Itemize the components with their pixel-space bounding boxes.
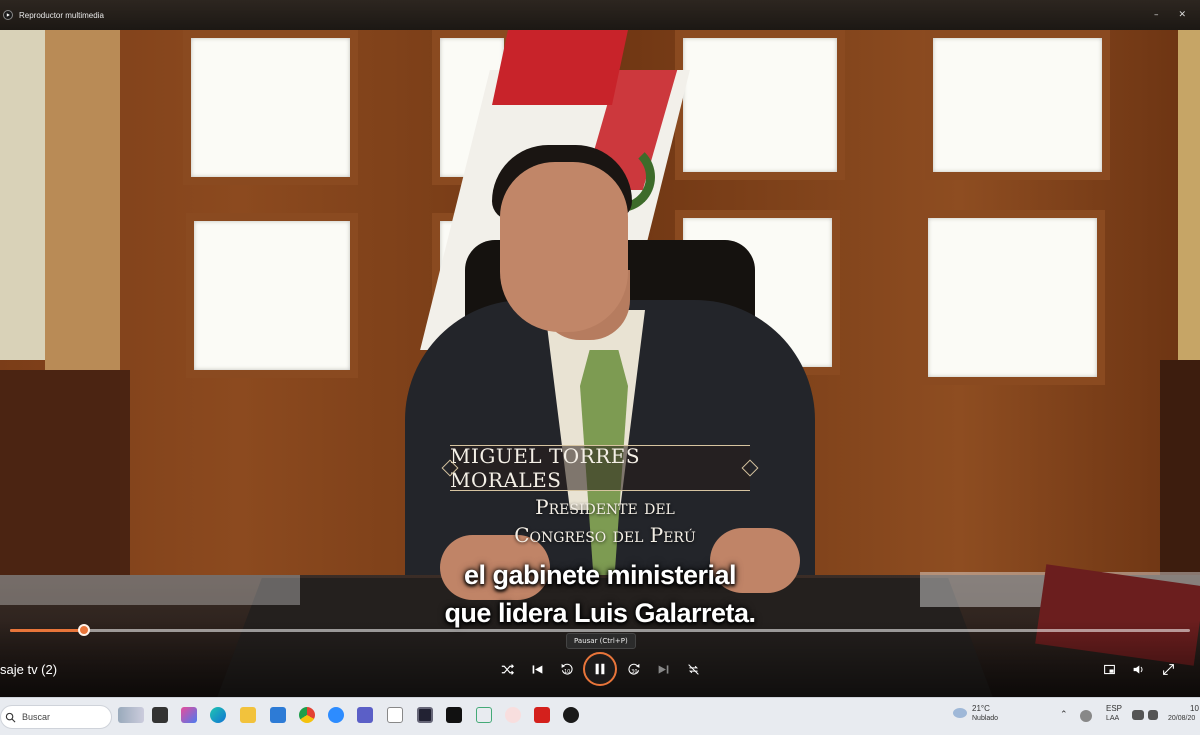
skip-forward-button[interactable]: 30 [624, 659, 644, 679]
taskbar: Buscar 21°C Nublado ⌃ ESP LAA 10 20/08/2… [0, 697, 1200, 735]
pause-icon [595, 663, 605, 675]
person-head [500, 162, 628, 332]
show-hidden-icons-chevron-icon[interactable]: ⌃ [1060, 709, 1068, 720]
window-pane [675, 30, 845, 180]
teams-icon[interactable] [357, 707, 373, 723]
seek-bar-progress [10, 629, 85, 632]
wall-left [0, 30, 45, 360]
lower-third-role-line2: Congreso del Perú [514, 523, 696, 547]
pause-button[interactable] [583, 652, 617, 686]
skip-back-10-icon: 10 [561, 663, 573, 674]
close-button[interactable]: ✕ [1178, 10, 1186, 20]
previous-icon [532, 664, 542, 674]
shuffle-icon [501, 663, 514, 675]
video-frame[interactable]: MIGUEL TORRES MORALES Presidente del Con… [0, 30, 1200, 697]
clock-time[interactable]: 10 [1190, 704, 1199, 713]
search-icon [5, 712, 16, 722]
speaker-icon[interactable] [1148, 710, 1158, 720]
cloud-icon [953, 708, 967, 718]
task-view-icon[interactable] [152, 707, 168, 723]
acrobat-icon[interactable] [534, 707, 550, 723]
media-player-app-icon [3, 10, 13, 20]
weather-temperature[interactable]: 21°C [972, 704, 990, 713]
capture-app-icon[interactable] [417, 707, 433, 723]
display-icon[interactable] [1132, 710, 1144, 720]
network-icon[interactable] [1080, 710, 1092, 722]
volume-button[interactable] [1128, 659, 1148, 679]
pause-tooltip: Pausar (Ctrl+P) [566, 633, 636, 649]
window-pane [186, 213, 358, 378]
title-bar: Reproductor multimedia – ✕ [0, 0, 1200, 30]
search-placeholder: Buscar [22, 712, 51, 722]
desk-glass [0, 575, 300, 605]
media-app-icon[interactable] [387, 707, 403, 723]
wall-trim [45, 30, 120, 370]
ndi-icon[interactable] [446, 707, 462, 723]
keyboard-layout[interactable]: LAA [1106, 715, 1119, 722]
weather-description[interactable]: Nublado [972, 715, 998, 722]
repeat-off-icon [687, 663, 699, 675]
zoom-icon[interactable] [328, 707, 344, 723]
fullscreen-button[interactable] [1158, 659, 1178, 679]
next-icon [658, 664, 668, 674]
seek-bar[interactable] [10, 624, 1190, 636]
minimize-button[interactable]: – [1154, 10, 1159, 20]
copilot-icon[interactable] [181, 707, 197, 723]
store-icon[interactable] [270, 707, 286, 723]
flag-stripe [492, 30, 628, 105]
volume-icon [1133, 664, 1143, 674]
window-title: Reproductor multimedia [19, 10, 104, 20]
wood-panel [0, 370, 130, 600]
skip-forward-30-icon: 30 [627, 663, 639, 674]
clock-date[interactable]: 20/08/20 [1168, 715, 1195, 722]
skip-back-label: 10 [564, 668, 570, 674]
lower-third-name: MIGUEL TORRES MORALES [450, 444, 750, 492]
wall-right [1178, 30, 1200, 360]
window-pane [925, 30, 1110, 180]
skip-back-button[interactable]: 10 [556, 659, 576, 679]
taskbar-search[interactable]: Buscar [0, 705, 112, 729]
photos-icon[interactable] [476, 707, 492, 723]
shuffle-button[interactable] [497, 659, 517, 679]
media-player-window: Reproductor multimedia – ✕ MIGUEL TORRES… [0, 0, 1200, 697]
skip-forward-label: 30 [631, 668, 637, 674]
lower-third-role-line1: Presidente del [535, 495, 675, 519]
media-player-icon[interactable] [563, 707, 579, 723]
next-button[interactable] [653, 659, 673, 679]
paint-icon[interactable] [505, 707, 521, 723]
language-indicator[interactable]: ESP [1106, 704, 1122, 713]
window-pane [183, 30, 358, 185]
media-title: saje tv (2) [0, 662, 58, 677]
miniplayer-button[interactable] [1099, 659, 1119, 679]
repeat-button[interactable] [683, 659, 703, 679]
file-explorer-icon[interactable] [240, 707, 256, 723]
subtitle-line1: el gabinete ministerial [463, 560, 737, 590]
edge-browser-icon[interactable] [210, 707, 226, 723]
fullscreen-icon [1162, 663, 1174, 675]
miniplayer-icon [1103, 664, 1115, 674]
window-pane [920, 210, 1105, 385]
chrome-icon[interactable] [299, 707, 315, 723]
previous-button[interactable] [527, 659, 547, 679]
widgets-icon[interactable] [118, 707, 144, 723]
